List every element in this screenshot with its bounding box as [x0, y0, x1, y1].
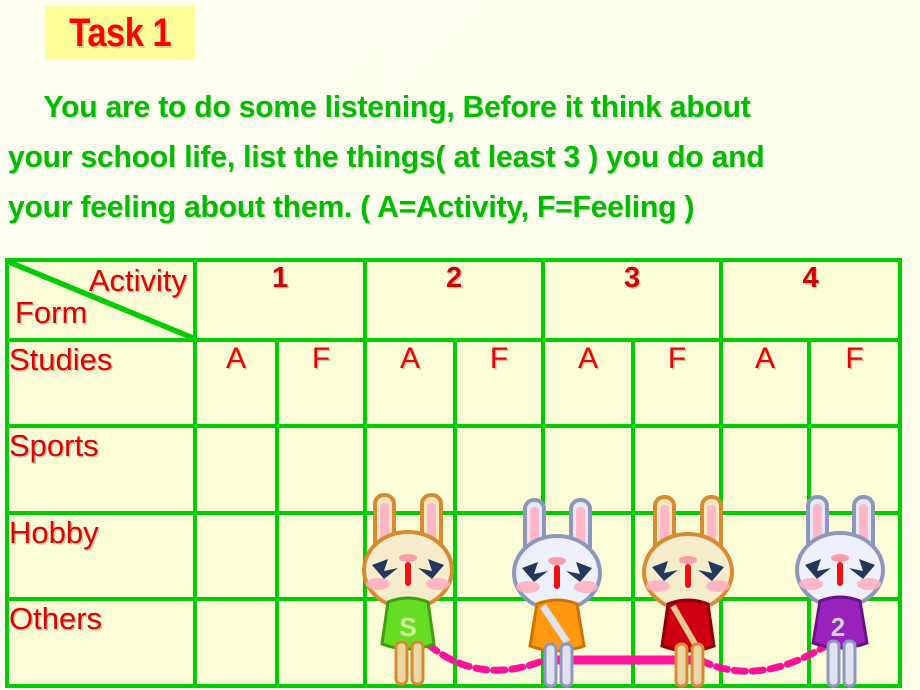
instruction-line-3: your feeling about them. ( A=Activity, F…: [8, 190, 695, 224]
cell-studies-3-f[interactable]: F: [631, 337, 724, 429]
instruction-line-2: your school life, list the things( at le…: [8, 140, 765, 174]
cell-hobby-3-f[interactable]: [631, 510, 724, 602]
corner-header-cell: Activity Form: [5, 258, 197, 342]
column-header-2: 2: [363, 258, 546, 342]
cell-others-1-f[interactable]: [274, 597, 368, 688]
cell-others-1-a[interactable]: [193, 597, 279, 688]
row-header-sports: Sports: [5, 424, 197, 515]
cell-hobby-3-a[interactable]: [541, 510, 636, 602]
column-header-4: 4: [719, 258, 903, 342]
cell-others-2-a[interactable]: [363, 597, 458, 688]
cell-sports-4-f[interactable]: [807, 424, 903, 515]
table-row: Hobby: [5, 510, 903, 602]
cell-hobby-4-a[interactable]: [719, 510, 812, 602]
table-row: Sports: [5, 424, 903, 515]
corner-activity-label: Activity: [88, 263, 187, 298]
cell-others-4-a[interactable]: [719, 597, 812, 688]
cell-sports-1-a[interactable]: [193, 424, 279, 515]
cell-sports-1-f[interactable]: [274, 424, 368, 515]
cell-sports-4-a[interactable]: [719, 424, 812, 515]
table-row: Others: [5, 597, 903, 688]
row-header-others: Others: [5, 597, 197, 688]
slide-canvas: Task 1 You are to do some listening, Bef…: [0, 0, 920, 690]
task-badge-label: Task 1: [69, 10, 171, 55]
cell-sports-3-a[interactable]: [541, 424, 636, 515]
task-badge: Task 1: [45, 6, 195, 60]
cell-studies-3-a[interactable]: A: [541, 337, 636, 429]
cell-studies-4-a[interactable]: A: [719, 337, 812, 429]
cell-others-3-f[interactable]: [631, 597, 724, 688]
corner-form-label: Form: [15, 295, 88, 330]
cell-hobby-2-a[interactable]: [363, 510, 458, 602]
cell-hobby-1-a[interactable]: [193, 510, 279, 602]
cell-others-4-f[interactable]: [807, 597, 903, 688]
cell-hobby-4-f[interactable]: [807, 510, 903, 602]
column-header-1: 1: [192, 258, 368, 342]
cell-hobby-2-f[interactable]: [453, 510, 546, 602]
cell-others-2-f[interactable]: [453, 597, 546, 688]
cell-studies-4-f[interactable]: F: [807, 337, 903, 429]
cell-studies-2-a[interactable]: A: [363, 337, 458, 429]
cell-studies-2-f[interactable]: F: [453, 337, 546, 429]
row-header-hobby: Hobby: [5, 510, 197, 602]
activity-form-table: Activity Form 1 2 3 4 Studies A F A F A …: [5, 258, 903, 688]
cell-studies-1-a[interactable]: A: [193, 337, 279, 429]
column-header-3: 3: [541, 258, 724, 342]
table-row: Studies A F A F A F A F: [5, 337, 903, 429]
cell-sports-2-f[interactable]: [453, 424, 546, 515]
cell-hobby-1-f[interactable]: [274, 510, 368, 602]
cell-others-3-a[interactable]: [541, 597, 636, 688]
instruction-line-1: You are to do some listening, Before it …: [43, 90, 751, 124]
cell-studies-1-f[interactable]: F: [274, 337, 368, 429]
table-header-row: Activity Form 1 2 3 4: [5, 258, 903, 342]
row-header-studies: Studies: [5, 337, 197, 429]
instructions-paragraph: You are to do some listening, Before it …: [8, 82, 908, 232]
cell-sports-2-a[interactable]: [363, 424, 458, 515]
cell-sports-3-f[interactable]: [631, 424, 724, 515]
